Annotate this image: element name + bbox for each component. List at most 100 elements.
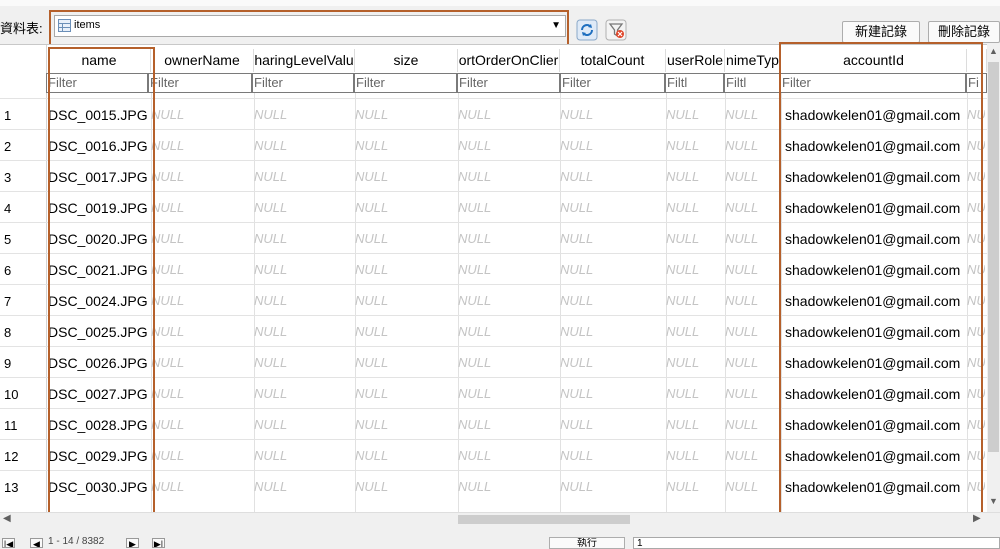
clear-filter-icon[interactable] (605, 19, 627, 41)
cell-mimetype[interactable]: NULL (725, 107, 778, 122)
cell-totalcount[interactable]: NULL (560, 107, 663, 122)
cell-sortorderonclient[interactable]: NULL (458, 138, 557, 153)
cell-sharinglevelvalue[interactable]: NULL (254, 479, 352, 494)
cell-userrole[interactable]: NULL (666, 448, 722, 463)
next-page-icon[interactable]: ▶ (126, 538, 139, 548)
cell-sortorderonclient[interactable]: NULL (458, 417, 557, 432)
scroll-right-icon[interactable]: ▶ (973, 513, 981, 524)
cell-sharinglevelvalue[interactable]: NULL (254, 107, 352, 122)
cell-mimetype[interactable]: NULL (725, 479, 778, 494)
cell-sortorderonclient[interactable]: NULL (458, 479, 557, 494)
cell-sharinglevelvalue[interactable]: NULL (254, 293, 352, 308)
column-header-size[interactable]: size (355, 49, 458, 72)
column-header-sharinglevelvalue[interactable]: haringLevelValu (254, 49, 355, 72)
scroll-left-icon[interactable]: ◀ (3, 513, 11, 524)
cell-sortorderonclient[interactable]: NULL (458, 200, 557, 215)
cell-ownername[interactable]: NULL (151, 200, 251, 215)
cell-sharinglevelvalue[interactable]: NULL (254, 355, 352, 370)
cell-totalcount[interactable]: NULL (560, 479, 663, 494)
cell-ownername[interactable]: NULL (151, 417, 251, 432)
cell-userrole[interactable]: NULL (666, 231, 722, 246)
cell-mimetype[interactable]: NULL (725, 386, 778, 401)
cell-mimetype[interactable]: NULL (725, 324, 778, 339)
scroll-down-icon[interactable]: ▼ (989, 496, 998, 506)
horizontal-scrollbar[interactable]: ◀ ▶ (0, 512, 1000, 526)
cell-size[interactable]: NULL (355, 417, 455, 432)
cell-size[interactable]: NULL (355, 355, 455, 370)
go-to-button[interactable]: 執行 (549, 537, 625, 549)
cell-size[interactable]: NULL (355, 169, 455, 184)
cell-totalcount[interactable]: NULL (560, 448, 663, 463)
column-header-totalcount[interactable]: totalCount (560, 49, 666, 72)
go-to-input[interactable]: 1 (633, 537, 1000, 549)
cell-totalcount[interactable]: NULL (560, 324, 663, 339)
cell-sharinglevelvalue[interactable]: NULL (254, 200, 352, 215)
last-page-icon[interactable]: ▶| (152, 538, 165, 548)
filter-input-size[interactable]: Filter (354, 73, 457, 93)
cell-userrole[interactable]: NULL (666, 324, 722, 339)
cell-userrole[interactable]: NULL (666, 169, 722, 184)
cell-mimetype[interactable]: NULL (725, 355, 778, 370)
cell-sortorderonclient[interactable]: NULL (458, 324, 557, 339)
filter-input-sortorderonclient[interactable]: Filter (457, 73, 560, 93)
cell-sharinglevelvalue[interactable]: NULL (254, 262, 352, 277)
cell-sortorderonclient[interactable]: NULL (458, 107, 557, 122)
cell-size[interactable]: NULL (355, 293, 455, 308)
cell-ownername[interactable]: NULL (151, 262, 251, 277)
cell-size[interactable]: NULL (355, 479, 455, 494)
cell-ownername[interactable]: NULL (151, 107, 251, 122)
cell-sharinglevelvalue[interactable]: NULL (254, 386, 352, 401)
filter-input-userrole[interactable]: Filtl (665, 73, 724, 93)
cell-userrole[interactable]: NULL (666, 262, 722, 277)
cell-mimetype[interactable]: NULL (725, 138, 778, 153)
cell-totalcount[interactable]: NULL (560, 138, 663, 153)
cell-sharinglevelvalue[interactable]: NULL (254, 169, 352, 184)
cell-sortorderonclient[interactable]: NULL (458, 262, 557, 277)
new-record-button[interactable]: 新建記錄 (842, 21, 920, 43)
cell-sortorderonclient[interactable]: NULL (458, 293, 557, 308)
cell-size[interactable]: NULL (355, 231, 455, 246)
cell-mimetype[interactable]: NULL (725, 262, 778, 277)
cell-ownername[interactable]: NULL (151, 324, 251, 339)
cell-mimetype[interactable]: NULL (725, 200, 778, 215)
cell-totalcount[interactable]: NULL (560, 262, 663, 277)
cell-userrole[interactable]: NULL (666, 138, 722, 153)
column-header-sortorderonclient[interactable]: ortOrderOnClier (458, 49, 560, 72)
filter-input-totalcount[interactable]: Filter (560, 73, 665, 93)
cell-ownername[interactable]: NULL (151, 138, 251, 153)
cell-userrole[interactable]: NULL (666, 355, 722, 370)
cell-totalcount[interactable]: NULL (560, 355, 663, 370)
horizontal-scroll-thumb[interactable] (458, 515, 630, 524)
cell-mimetype[interactable]: NULL (725, 448, 778, 463)
vertical-scroll-thumb[interactable] (988, 62, 999, 452)
delete-record-button[interactable]: 刪除記錄 (928, 21, 1000, 43)
cell-mimetype[interactable]: NULL (725, 169, 778, 184)
cell-sortorderonclient[interactable]: NULL (458, 231, 557, 246)
cell-userrole[interactable]: NULL (666, 200, 722, 215)
cell-ownername[interactable]: NULL (151, 448, 251, 463)
cell-sortorderonclient[interactable]: NULL (458, 448, 557, 463)
cell-ownername[interactable]: NULL (151, 479, 251, 494)
cell-userrole[interactable]: NULL (666, 386, 722, 401)
cell-size[interactable]: NULL (355, 448, 455, 463)
cell-totalcount[interactable]: NULL (560, 293, 663, 308)
cell-sharinglevelvalue[interactable]: NULL (254, 138, 352, 153)
cell-totalcount[interactable]: NULL (560, 231, 663, 246)
cell-mimetype[interactable]: NULL (725, 231, 778, 246)
filter-input-sharinglevelvalue[interactable]: Filter (252, 73, 354, 93)
filter-input-mimetype[interactable]: Filtl (724, 73, 780, 93)
cell-ownername[interactable]: NULL (151, 169, 251, 184)
cell-size[interactable]: NULL (355, 324, 455, 339)
cell-mimetype[interactable]: NULL (725, 417, 778, 432)
cell-sortorderonclient[interactable]: NULL (458, 386, 557, 401)
cell-size[interactable]: NULL (355, 262, 455, 277)
cell-ownername[interactable]: NULL (151, 293, 251, 308)
cell-sharinglevelvalue[interactable]: NULL (254, 231, 352, 246)
cell-userrole[interactable]: NULL (666, 107, 722, 122)
cell-sharinglevelvalue[interactable]: NULL (254, 417, 352, 432)
cell-totalcount[interactable]: NULL (560, 200, 663, 215)
cell-size[interactable]: NULL (355, 138, 455, 153)
cell-mimetype[interactable]: NULL (725, 293, 778, 308)
cell-sortorderonclient[interactable]: NULL (458, 169, 557, 184)
column-header-mimetype[interactable]: nimeTyp (725, 49, 781, 72)
